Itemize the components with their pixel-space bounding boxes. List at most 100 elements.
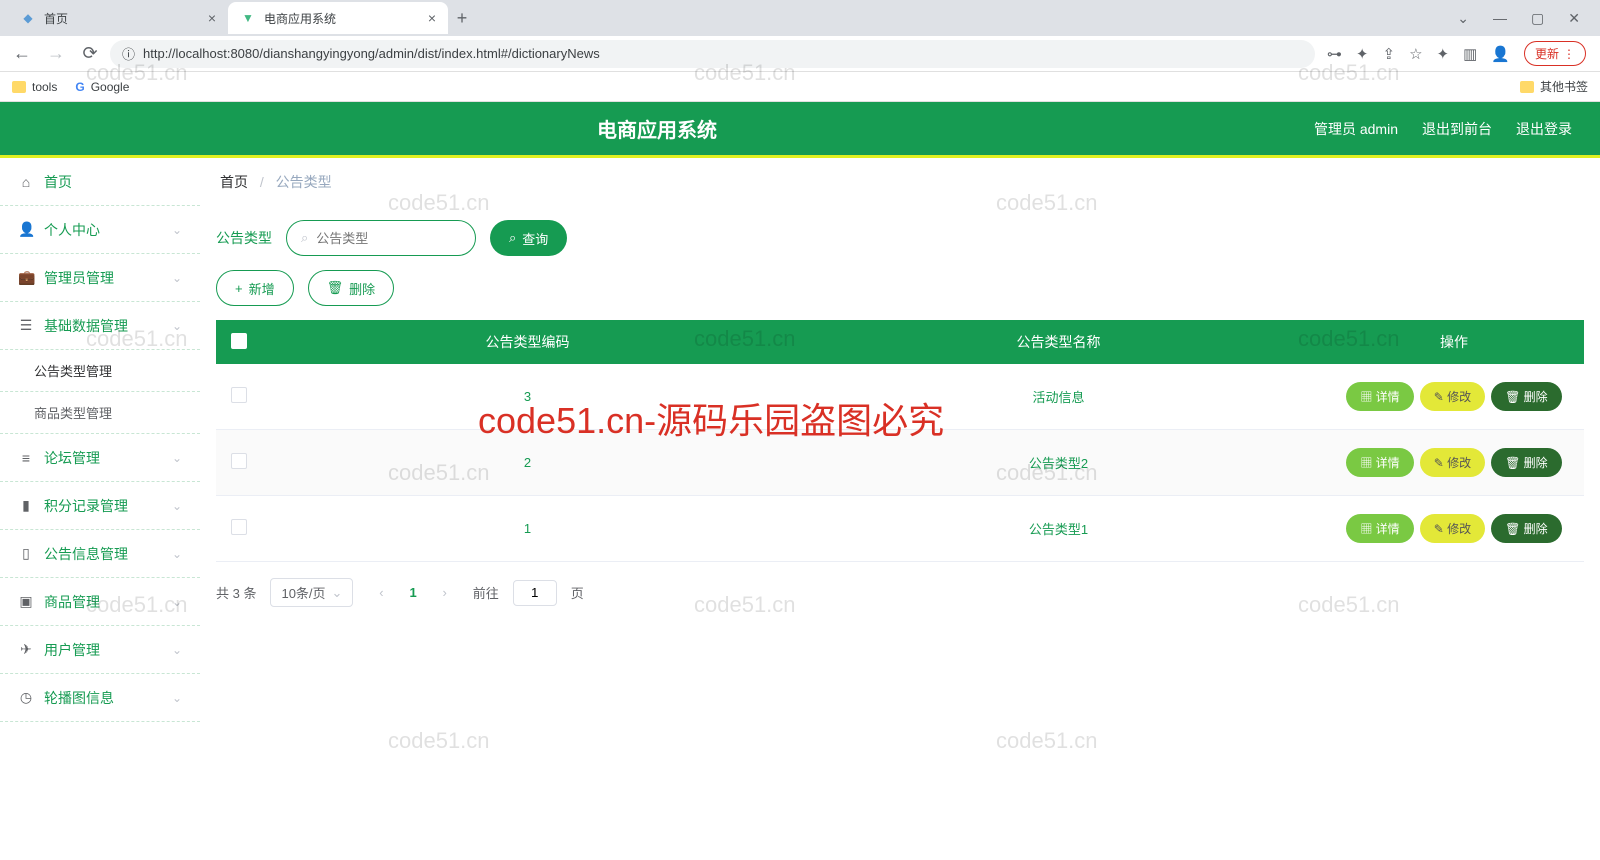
sidebar-label: 首页 <box>44 172 72 192</box>
sidebar-sub-product-type[interactable]: 商品类型管理 <box>0 392 200 434</box>
row-checkbox[interactable] <box>231 519 247 535</box>
row-delete-button[interactable]: 🗑 删除 <box>1491 514 1562 543</box>
cell-code: 1 <box>262 496 793 562</box>
detail-button[interactable]: ▦ 详情 <box>1346 382 1413 411</box>
update-button[interactable]: 更新⋮ <box>1524 41 1586 66</box>
prev-page-button[interactable]: ‹ <box>367 579 395 607</box>
detail-button[interactable]: ▦ 详情 <box>1346 448 1413 477</box>
row-delete-button[interactable]: 🗑 删除 <box>1491 382 1562 411</box>
close-icon[interactable]: × <box>208 10 216 26</box>
sidebar-label: 商品管理 <box>44 592 100 612</box>
favicon-icon: ◆ <box>20 10 36 26</box>
maximize-icon[interactable]: ▢ <box>1531 10 1544 27</box>
chart-icon: ▯ <box>18 545 34 562</box>
sidebar-label: 论坛管理 <box>44 448 100 468</box>
row-delete-button[interactable]: 🗑 删除 <box>1491 448 1562 477</box>
box-icon: ▣ <box>18 593 34 610</box>
detail-button[interactable]: ▦ 详情 <box>1346 514 1413 543</box>
tab-home[interactable]: ◆ 首页 × <box>8 2 228 34</box>
chevron-down-icon: ⌄ <box>172 691 182 705</box>
extensions-icon[interactable]: ✦ <box>1437 45 1450 63</box>
star-icon[interactable]: ☆ <box>1409 45 1422 63</box>
row-checkbox[interactable] <box>231 387 247 403</box>
search-toolbar: 公告类型 ⌕ ⌕查询 <box>216 220 1584 256</box>
sidebar-item-personal[interactable]: 👤个人中心⌄ <box>0 206 200 254</box>
chevron-down-icon[interactable]: ⌄ <box>1457 10 1469 27</box>
sidebar-sub-notice-type[interactable]: 公告类型管理 <box>0 350 200 392</box>
page-label: 页 <box>571 583 584 602</box>
cell-name: 活动信息 <box>793 364 1324 430</box>
search-input[interactable] <box>316 231 492 246</box>
page-size-select[interactable]: 10条/页⌄ <box>270 578 353 607</box>
col-ops: 操作 <box>1324 320 1584 364</box>
next-page-button[interactable]: › <box>431 579 459 607</box>
goto-label: 前往 <box>473 583 499 602</box>
logout-front-link[interactable]: 退出到前台 <box>1422 119 1492 139</box>
sidebar-sub-label: 公告类型管理 <box>34 361 112 380</box>
table-row: 1公告类型1▦ 详情✎ 修改🗑 删除 <box>216 496 1584 562</box>
sidebar-label: 用户管理 <box>44 640 100 660</box>
address-bar[interactable]: ⓘ http://localhost:8080/dianshangyingyon… <box>110 40 1315 68</box>
page-number[interactable]: 1 <box>409 585 416 600</box>
bookmark-tools[interactable]: tools <box>12 80 57 94</box>
goto-input[interactable] <box>513 580 557 606</box>
pagination: 共 3 条 10条/页⌄ ‹ 1 › 前往 页 <box>216 578 1584 607</box>
send-icon: ✈ <box>18 641 34 658</box>
breadcrumb-home[interactable]: 首页 <box>220 174 248 190</box>
list-icon: ☰ <box>18 317 34 334</box>
search-icon[interactable]: ✦ <box>1356 45 1369 63</box>
minimize-icon[interactable]: — <box>1493 10 1507 27</box>
action-toolbar: +新增 🗑删除 <box>216 270 1584 306</box>
search-icon: ⌕ <box>301 230 308 246</box>
bookmark-other[interactable]: 其他书签 <box>1520 78 1588 95</box>
tab-title: 电商应用系统 <box>264 10 336 27</box>
checkbox-all[interactable] <box>231 333 247 349</box>
sidebar-label: 个人中心 <box>44 220 100 240</box>
share-icon[interactable]: ⇪ <box>1383 45 1396 63</box>
query-button[interactable]: ⌕查询 <box>490 220 567 256</box>
tab-title: 首页 <box>44 10 68 27</box>
sidebar-item-notice[interactable]: ▯公告信息管理⌄ <box>0 530 200 578</box>
edit-button[interactable]: ✎ 修改 <box>1420 382 1485 411</box>
add-button[interactable]: +新增 <box>216 270 294 306</box>
panel-icon[interactable]: ▥ <box>1463 45 1477 63</box>
tab-app[interactable]: ▼ 电商应用系统 × <box>228 2 448 34</box>
breadcrumb-sep: / <box>260 174 264 190</box>
cell-name: 公告类型1 <box>793 496 1324 562</box>
edit-button[interactable]: ✎ 修改 <box>1420 448 1485 477</box>
header-right: 管理员 admin 退出到前台 退出登录 <box>1314 119 1600 139</box>
sidebar-item-admin[interactable]: 💼管理员管理⌄ <box>0 254 200 302</box>
table-header-row: 公告类型编码 公告类型名称 操作 <box>216 320 1584 364</box>
address-row: ← → ⟳ ⓘ http://localhost:8080/dianshangy… <box>0 36 1600 72</box>
sidebar-item-points[interactable]: ▮积分记录管理⌄ <box>0 482 200 530</box>
forward-button[interactable]: → <box>42 40 70 68</box>
back-button[interactable]: ← <box>8 40 36 68</box>
delete-button[interactable]: 🗑删除 <box>308 270 395 306</box>
sidebar-item-forum[interactable]: ≡论坛管理⌄ <box>0 434 200 482</box>
cell-ops: ▦ 详情✎ 修改🗑 删除 <box>1324 496 1584 562</box>
address-icons: ⊶ ✦ ⇪ ☆ ✦ ▥ 👤 更新⋮ <box>1321 41 1592 66</box>
key-icon[interactable]: ⊶ <box>1327 45 1342 63</box>
sidebar-item-basedata[interactable]: ☰基础数据管理⌄ <box>0 302 200 350</box>
ticket-icon: ▮ <box>18 497 34 514</box>
data-table: 公告类型编码 公告类型名称 操作 3活动信息▦ 详情✎ 修改🗑 删除2公告类型2… <box>216 320 1584 562</box>
sidebar-item-carousel[interactable]: ◷轮播图信息⌄ <box>0 674 200 722</box>
row-checkbox[interactable] <box>231 453 247 469</box>
sidebar-item-product[interactable]: ▣商品管理⌄ <box>0 578 200 626</box>
info-icon: ⓘ <box>122 44 135 63</box>
logout-link[interactable]: 退出登录 <box>1516 119 1572 139</box>
close-window-icon[interactable]: ✕ <box>1568 10 1580 27</box>
new-tab-button[interactable]: + <box>448 8 476 29</box>
user-label[interactable]: 管理员 admin <box>1314 119 1398 139</box>
bookmark-google[interactable]: GGoogle <box>75 80 129 94</box>
reload-button[interactable]: ⟳ <box>76 40 104 68</box>
edit-button[interactable]: ✎ 修改 <box>1420 514 1485 543</box>
profile-icon[interactable]: 👤 <box>1491 45 1510 63</box>
col-name: 公告类型名称 <box>793 320 1324 364</box>
sidebar-home[interactable]: ⌂ 首页 <box>0 158 200 206</box>
search-input-wrap[interactable]: ⌕ <box>286 220 476 256</box>
sidebar-item-users[interactable]: ✈用户管理⌄ <box>0 626 200 674</box>
clock-icon: ◷ <box>18 689 34 706</box>
cell-name: 公告类型2 <box>793 430 1324 496</box>
close-icon[interactable]: × <box>428 10 436 26</box>
